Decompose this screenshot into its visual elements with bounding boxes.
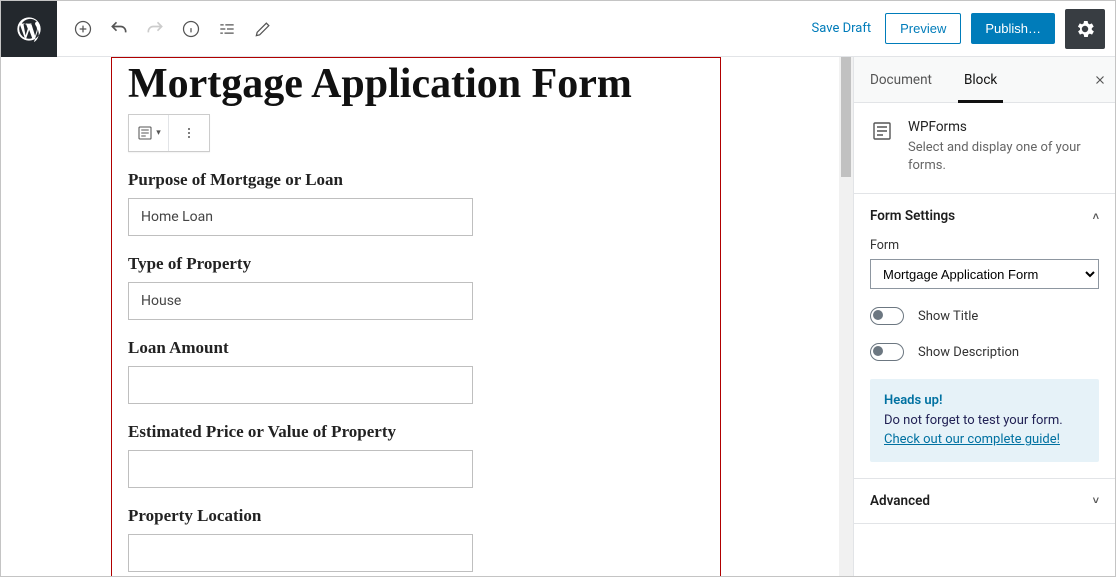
close-sidebar-button[interactable] [1085,57,1115,102]
selected-block[interactable]: Mortgage Application Form ▾ Purpose of M… [111,57,721,576]
form-field: Property Location [128,506,704,572]
form-select-label: Form [870,238,1099,253]
redo-button[interactable] [137,11,173,47]
list-icon [217,19,237,39]
form-field: Loan Amount [128,338,704,404]
notice-text: Do not forget to test your form. [884,413,1063,428]
section-title: Form Settings [870,208,955,224]
toggle-label: Show Title [918,309,978,324]
pencil-icon [253,19,273,39]
preview-button[interactable]: Preview [885,13,961,44]
undo-button[interactable] [101,11,137,47]
page-title[interactable]: Mortgage Application Form [128,58,704,108]
close-icon [1093,73,1107,87]
scrollbar-thumb[interactable] [841,57,851,177]
field-label: Type of Property [128,254,704,274]
toolbar-left [57,11,281,47]
field-input-estimated-value[interactable] [128,450,473,488]
toolbar-right: Save Draft Preview Publish… [808,1,1115,57]
info-icon [181,19,201,39]
field-label: Estimated Price or Value of Property [128,422,704,442]
section-advanced: Advanced ˅ [854,479,1115,524]
section-form-settings: Form Settings ˄ Form Mortgage Applicatio… [854,194,1115,479]
form-field: Type of Property [128,254,704,320]
section-title: Advanced [870,493,930,509]
info-button[interactable] [173,11,209,47]
field-input-loan-amount[interactable] [128,366,473,404]
toggle-show-title-row: Show Title [870,307,1099,325]
notice-heading: Heads up! [884,393,942,408]
block-name: WPForms [908,119,1099,135]
add-block-button[interactable] [65,11,101,47]
block-more-button[interactable] [169,115,209,151]
plus-circle-icon [73,19,93,39]
gear-icon [1074,18,1096,40]
undo-icon [109,19,129,39]
chevron-up-icon: ˄ [1093,210,1099,223]
redo-icon [145,19,165,39]
wordpress-logo[interactable] [1,1,57,57]
notice-box: Heads up! Do not forget to test your for… [870,379,1099,462]
toggle-show-description-row: Show Description [870,343,1099,361]
editor-scrollbar[interactable] [839,57,853,576]
form-select[interactable]: Mortgage Application Form [870,259,1099,289]
wordpress-icon [15,15,43,43]
save-draft-button[interactable]: Save Draft [808,14,876,43]
field-label: Loan Amount [128,338,704,358]
edit-button[interactable] [245,11,281,47]
notice-link[interactable]: Check out our complete guide! [884,432,1060,447]
toggle-label: Show Description [918,345,1019,360]
field-input-property-location[interactable] [128,534,473,572]
tab-document[interactable]: Document [854,57,948,102]
editor-topbar: Save Draft Preview Publish… [1,1,1115,57]
field-input-purpose[interactable] [128,198,473,236]
form-preview: Purpose of Mortgage or Loan Type of Prop… [128,170,704,572]
more-vertical-icon [181,125,197,141]
tab-block[interactable]: Block [948,57,1013,102]
block-toolbar: ▾ [128,114,210,152]
toggle-show-description[interactable] [870,343,904,361]
form-field: Estimated Price or Value of Property [128,422,704,488]
form-icon [136,124,154,142]
field-label: Purpose of Mortgage or Loan [128,170,704,190]
publish-button[interactable]: Publish… [971,13,1055,44]
editor-canvas: Mortgage Application Form ▾ Purpose of M… [1,57,853,576]
block-type-button[interactable]: ▾ [129,115,169,151]
chevron-down-icon: ˅ [1093,494,1099,507]
form-icon [870,119,894,143]
field-input-property-type[interactable] [128,282,473,320]
section-head-form-settings[interactable]: Form Settings ˄ [854,194,1115,238]
form-field: Purpose of Mortgage or Loan [128,170,704,236]
settings-sidebar: Document Block WPForms Select and displa… [853,57,1115,576]
outline-button[interactable] [209,11,245,47]
block-description: WPForms Select and display one of your f… [854,103,1115,194]
settings-button[interactable] [1065,9,1105,49]
block-desc-text: Select and display one of your forms. [908,139,1099,175]
sidebar-tabs: Document Block [854,57,1115,103]
section-head-advanced[interactable]: Advanced ˅ [854,479,1115,523]
field-label: Property Location [128,506,704,526]
toggle-show-title[interactable] [870,307,904,325]
